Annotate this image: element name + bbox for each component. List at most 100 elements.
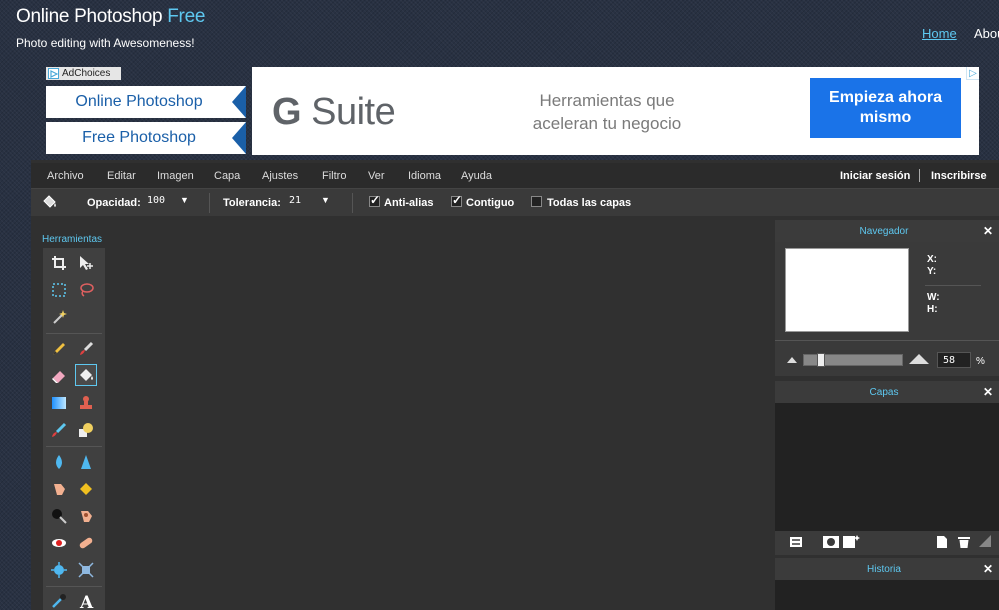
zoom-slider[interactable] [803,353,903,367]
site-title-accent: Free [167,6,206,27]
editor-app: Archivo Editar Imagen Capa Ajustes Filtr… [31,160,999,610]
pencil-icon[interactable] [48,338,70,360]
navigator-divider [925,285,981,286]
adchoices-badge[interactable]: AdChoices [46,67,121,80]
ad-arrow-icon [232,122,246,154]
marquee-icon[interactable] [48,279,70,301]
login-link[interactable]: Iniciar sesión [840,170,910,182]
close-icon[interactable]: ✕ [983,224,993,238]
all-layers-checkbox[interactable] [531,196,542,207]
navigator-divider [775,340,999,341]
ad-link-label: Online Photoshop [75,93,203,110]
brush-icon[interactable] [75,338,97,360]
nav-home-link[interactable]: Home [922,26,957,41]
zoom-out-icon[interactable] [787,357,797,363]
tolerance-dropdown-icon[interactable]: ▼ [321,195,330,205]
move-icon[interactable] [75,252,97,274]
menu-filtro[interactable]: Filtro [322,170,346,182]
layers-panel: Capas ✕ [775,381,999,555]
gradient-icon[interactable] [48,392,70,414]
gsuite-logo: G Suite [272,91,396,133]
opacity-label: Opacidad: [87,197,141,209]
ad-arrow-icon [232,86,246,118]
tolerance-label: Tolerancia: [223,197,281,209]
zoom-in-icon[interactable] [909,354,929,364]
ad-banner[interactable]: G Suite Herramientas que aceleran tu neg… [252,67,979,155]
contiguous-checkbox[interactable] [451,193,462,207]
antialias-label: Anti-alias [384,197,434,209]
menu-bar: Archivo Editar Imagen Capa Ajustes Filtr… [31,163,999,188]
tolerance-value[interactable]: 21 [289,195,301,206]
adchoices-corner-icon[interactable]: ▷ [966,67,979,80]
navigator-w-label: W: [927,292,940,303]
color-replace-icon[interactable] [48,419,70,441]
ad-link-online-photoshop[interactable]: Online Photoshop [46,86,246,118]
bloat-icon[interactable] [48,559,70,581]
opacity-dropdown-icon[interactable]: ▼ [180,195,189,205]
menu-imagen[interactable]: Imagen [157,170,194,182]
signup-link[interactable]: Inscribirse [931,170,987,182]
spot-heal-icon[interactable] [75,532,97,554]
ad-link-free-photoshop[interactable]: Free Photoshop [46,122,246,154]
pinch-icon[interactable] [75,559,97,581]
layer-style-icon[interactable] [843,535,861,552]
menu-capa[interactable]: Capa [214,170,240,182]
history-panel: Historia ✕ [775,558,999,610]
menu-idioma[interactable]: Idioma [408,170,441,182]
menu-ayuda[interactable]: Ayuda [461,170,492,182]
red-eye-icon[interactable] [48,532,70,554]
trash-icon[interactable] [957,535,971,552]
tools-panel: A [43,248,105,610]
burn-icon[interactable] [75,505,97,527]
new-layer-icon[interactable] [935,535,949,552]
adchoices-icon [48,68,59,79]
crop-icon[interactable] [48,252,70,274]
close-icon[interactable]: ✕ [983,385,993,399]
layer-settings-icon[interactable] [789,535,803,552]
dodge-icon[interactable] [48,505,70,527]
color-picker-icon[interactable] [48,590,70,610]
banner-tagline: Herramientas que aceleran tu negocio [532,91,682,133]
magic-wand-icon[interactable] [48,306,70,328]
menu-ver[interactable]: Ver [368,170,385,182]
sponge-icon[interactable] [75,478,97,500]
close-icon[interactable]: ✕ [983,562,993,576]
all-layers-label: Todas las capas [547,197,632,209]
menu-editar[interactable]: Editar [107,170,136,182]
type-icon[interactable]: A [75,590,97,610]
antialias-checkbox[interactable] [369,193,380,207]
tools-panel-title: Herramientas [42,234,103,245]
resize-grip-icon[interactable] [979,535,991,550]
lasso-icon[interactable] [75,279,97,301]
site-title: Online Photoshop Free [16,6,205,28]
layers-header: Capas ✕ [775,381,999,403]
sharpen-icon[interactable] [75,451,97,473]
options-divider [352,193,353,213]
banner-cta-button[interactable]: Empieza ahora mismo [810,78,961,138]
paint-bucket-icon [43,195,56,208]
navigator-x-label: X: [927,254,937,265]
drawing-icon[interactable] [75,419,97,441]
navigator-header: Navegador ✕ [775,220,999,242]
navigator-panel: Navegador ✕ X: Y: W: H: 58 % [775,220,999,376]
zoom-unit: % [976,356,985,367]
smudge-icon[interactable] [48,478,70,500]
layer-mask-icon[interactable] [823,535,839,552]
history-header: Historia ✕ [775,558,999,580]
site-subtitle: Photo editing with Awesomeness! [16,36,195,50]
tools-separator [46,333,102,334]
contiguous-label: Contiguo [466,197,515,209]
zoom-value-input[interactable]: 58 [937,352,971,368]
opacity-value[interactable]: 100 [147,195,165,206]
menu-archivo[interactable]: Archivo [47,170,84,182]
nav-about-link[interactable]: Abou [974,26,999,41]
zoom-slider-thumb[interactable] [817,353,826,367]
paint-bucket-tool[interactable] [75,364,97,386]
tools-separator [46,446,102,447]
navigator-title: Navegador [859,226,909,237]
menu-ajustes[interactable]: Ajustes [262,170,298,182]
blur-icon[interactable] [48,451,70,473]
clone-stamp-icon[interactable] [75,392,97,414]
navigator-preview[interactable] [785,248,909,332]
eraser-icon[interactable] [48,365,70,387]
